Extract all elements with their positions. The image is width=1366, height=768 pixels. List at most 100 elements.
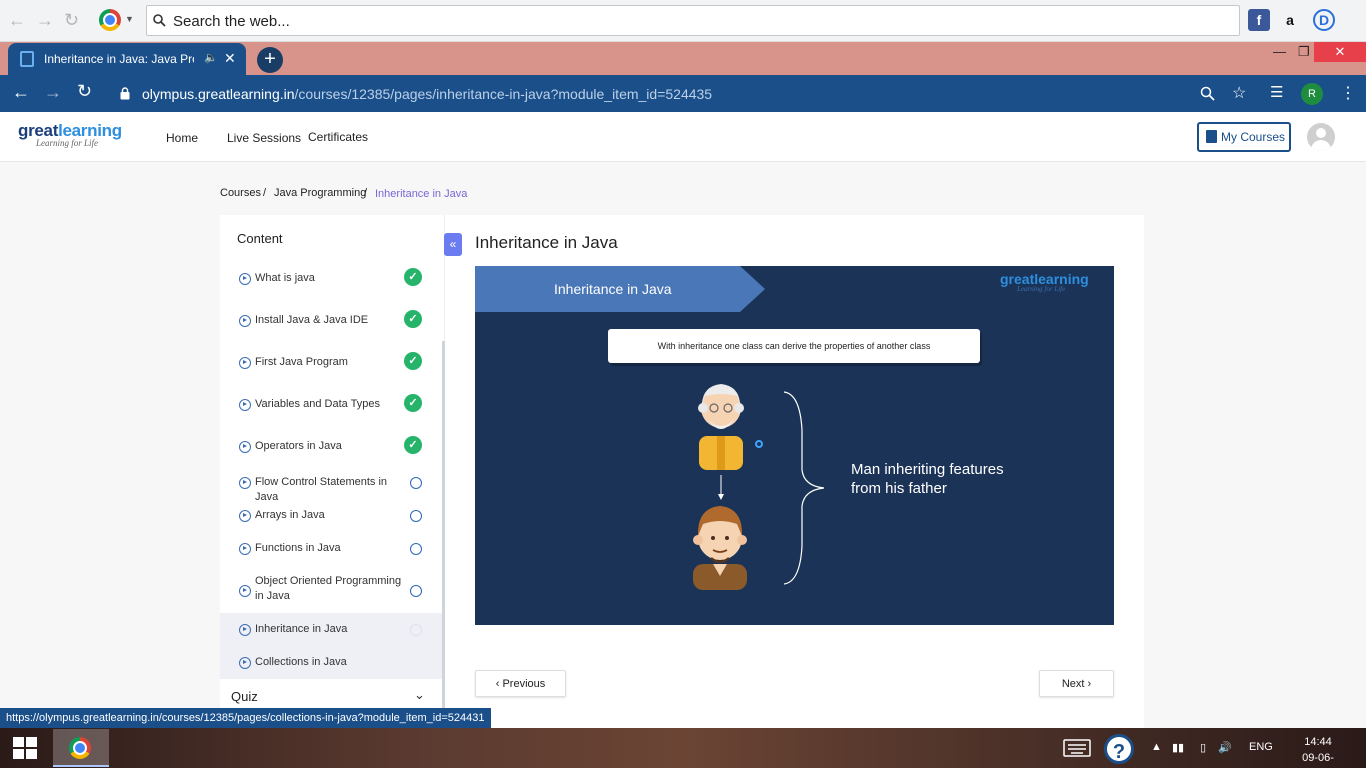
tab-close-icon[interactable]: ✕ [224, 50, 236, 67]
slide-caption: With inheritance one class can derive th… [657, 341, 931, 351]
facebook-icon[interactable]: f [1248, 9, 1270, 31]
taskbar-clock[interactable]: 14:44 09-06-2020 [1290, 734, 1346, 768]
sidebar-item-variables[interactable]: Variables and Data Types ✓ [220, 387, 442, 420]
extension-d-icon[interactable]: D [1313, 9, 1335, 31]
nav-home[interactable]: Home [166, 131, 198, 145]
next-label: Next [1061, 678, 1085, 690]
taskbar-chrome-button[interactable] [53, 729, 109, 767]
zoom-icon[interactable] [1200, 86, 1215, 101]
outer-back-icon[interactable]: ← [8, 10, 26, 31]
help-icon[interactable]: ? [1104, 734, 1134, 764]
play-circle-icon [239, 273, 251, 285]
chrome-icon [69, 737, 91, 759]
sidebar-item-oop[interactable]: Object Oriented Programming in Java [220, 572, 442, 612]
slide-logo-tagline: Learning for Life [1017, 285, 1066, 293]
next-button[interactable]: Next › [1039, 670, 1114, 697]
web-search-input[interactable]: Search the web... [146, 5, 1240, 36]
nav-certificates[interactable]: Certificates [308, 130, 368, 144]
previous-button[interactable]: ‹ Previous [475, 670, 566, 697]
sidebar-item-label: What is java [255, 272, 315, 284]
breadcrumb-separator: / [263, 187, 267, 199]
tray-expand-icon[interactable]: ▲ [1151, 741, 1162, 753]
sidebar-item-what-is-java[interactable]: What is java ✓ [220, 261, 442, 294]
my-courses-button[interactable]: My Courses [1197, 122, 1291, 152]
breadcrumb-java-programming[interactable]: Java Programming [274, 187, 366, 199]
user-avatar[interactable] [1307, 123, 1335, 151]
video-player[interactable]: Inheritance in Java greatlearning Learni… [475, 266, 1114, 625]
restore-icon[interactable]: ❐ [1298, 44, 1310, 60]
my-courses-label: My Courses [1221, 130, 1286, 144]
check-circle-icon: ✓ [404, 310, 422, 328]
outer-reload-icon[interactable]: ↻ [64, 10, 79, 31]
sidebar-item-functions[interactable]: Functions in Java [220, 533, 442, 566]
sidebar-scrollbar[interactable] [442, 341, 445, 728]
chrome-icon[interactable] [99, 9, 121, 31]
sidebar-item-label: Collections in Java [255, 656, 347, 668]
language-indicator[interactable]: ENG [1249, 741, 1273, 753]
sidebar-item-inheritance[interactable]: Inheritance in Java [220, 613, 442, 646]
chevron-down-icon[interactable]: ⌄ [414, 687, 425, 703]
logo-tagline: Learning for Life [36, 138, 99, 148]
breadcrumb-separator: / [364, 187, 368, 199]
forward-icon[interactable]: → [44, 82, 62, 103]
nav-live-sessions[interactable]: Live Sessions [227, 131, 301, 145]
menu-kebab-icon[interactable]: ⋮ [1340, 83, 1356, 103]
status-link-preview: https://olympus.greatlearning.in/courses… [0, 708, 491, 728]
son-illustration [693, 506, 747, 590]
lock-icon[interactable] [120, 87, 130, 100]
minimize-icon[interactable]: — [1273, 44, 1286, 59]
sidebar-item-first-java-program[interactable]: First Java Program ✓ [220, 345, 442, 378]
sidebar-item-operators[interactable]: Operators in Java ✓ [220, 429, 442, 462]
chevron-right-icon: › [1087, 678, 1092, 690]
progress-circle-icon [410, 624, 422, 636]
web-search-placeholder: Search the web... [173, 13, 290, 30]
speaker-icon[interactable]: 🔈 [204, 51, 218, 64]
check-circle-icon: ✓ [404, 394, 422, 412]
network-icon[interactable]: ▮▮ [1172, 741, 1184, 754]
sidebar-item-arrays[interactable]: Arrays in Java [220, 500, 442, 533]
slide-description: Man inheriting features from his father [851, 461, 1004, 497]
tab-title: Inheritance in Java: Java Programming [44, 52, 194, 66]
slide-caption-box: With inheritance one class can derive th… [608, 329, 980, 363]
bookmark-star-icon[interactable]: ☆ [1232, 83, 1246, 103]
sidebar-item-label: Functions in Java [255, 542, 341, 554]
windows-start-icon[interactable] [13, 737, 38, 759]
lesson-title: Inheritance in Java [475, 233, 618, 252]
chevron-down-icon[interactable]: ▼ [125, 14, 134, 24]
slide-banner-title: Inheritance in Java [554, 281, 672, 297]
window-close-button[interactable]: ✕ [1314, 42, 1366, 62]
play-circle-icon [239, 399, 251, 411]
breadcrumb-courses[interactable]: Courses [220, 187, 261, 199]
keyboard-icon[interactable] [1063, 739, 1091, 757]
sidebar-item-collections[interactable]: Collections in Java [220, 646, 442, 679]
play-circle-icon [239, 510, 251, 522]
volume-icon[interactable]: 🔊 [1218, 741, 1232, 754]
profile-avatar[interactable]: R [1301, 83, 1323, 105]
play-circle-icon [239, 657, 251, 669]
url-field[interactable]: olympus.greatlearning.in/courses/12385/p… [142, 86, 712, 102]
amazon-icon[interactable]: a [1279, 9, 1301, 31]
empty-circle-icon [410, 585, 422, 597]
media-queue-icon[interactable]: ☰ [1270, 83, 1283, 101]
sidebar-item-label: Arrays in Java [255, 509, 325, 521]
play-circle-icon [239, 585, 251, 597]
collapse-sidebar-button[interactable]: « [444, 233, 462, 256]
back-icon[interactable]: ← [12, 82, 30, 103]
tab-inheritance[interactable]: Inheritance in Java: Java Programming 🔈 … [8, 43, 246, 75]
book-icon [1206, 130, 1217, 143]
quiz-section-header[interactable]: Quiz [231, 689, 258, 704]
battery-icon[interactable]: ▯ [1200, 741, 1206, 754]
new-tab-button[interactable]: + [257, 47, 283, 73]
sidebar-item-label: Install Java & Java IDE [255, 314, 369, 326]
play-circle-icon [239, 441, 251, 453]
sidebar-item-flow-control[interactable]: Flow Control Statements in Java [220, 467, 442, 503]
sidebar-item-install-java[interactable]: Install Java & Java IDE ✓ [220, 303, 442, 336]
empty-circle-icon [410, 510, 422, 522]
site-favicon-icon [20, 51, 34, 67]
outer-forward-icon[interactable]: → [36, 10, 54, 31]
clock-date: 09-06-2020 [1302, 752, 1334, 764]
sidebar-item-label: Inheritance in Java [255, 623, 348, 635]
search-icon [153, 14, 166, 27]
sidebar-item-label: Object Oriented Programming in Java [255, 575, 402, 602]
reload-icon[interactable]: ↻ [77, 81, 92, 102]
